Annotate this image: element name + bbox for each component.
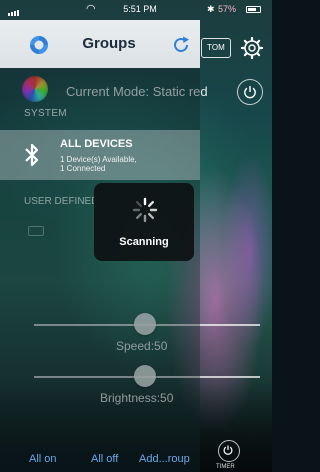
custom-button[interactable]: TOM xyxy=(201,38,231,58)
devices-connected-text: 1 Connected xyxy=(60,164,106,173)
battery-percent: 57% xyxy=(218,4,237,14)
spinner-icon xyxy=(132,197,158,223)
section-header-system: SYSTEM xyxy=(24,108,67,119)
add-group-button[interactable]: Add...roup xyxy=(139,453,190,465)
power-icon xyxy=(244,86,256,99)
page-title: Groups xyxy=(82,35,136,52)
scanning-label: Scanning xyxy=(119,236,169,248)
faded-group-item xyxy=(28,226,44,236)
status-bar: ◠ 5:51 PM ✱ 57% xyxy=(0,0,272,20)
bottom-toolbar: All on All off Add...roup xyxy=(0,444,200,472)
wifi-icon: ◠ xyxy=(86,3,96,15)
all-on-button[interactable]: All on xyxy=(29,453,57,465)
all-off-button[interactable]: All off xyxy=(91,453,118,465)
battery-icon xyxy=(246,6,261,13)
power-button[interactable] xyxy=(237,79,263,105)
panel-header: Groups xyxy=(0,20,200,68)
bluetooth-status-icon: ✱ xyxy=(207,4,215,14)
power-icon xyxy=(223,445,233,455)
devices-available-text: 1 Device(s) Available, xyxy=(60,155,137,164)
refresh-icon[interactable] xyxy=(170,34,192,56)
all-devices-title: ALL DEVICES xyxy=(60,138,133,150)
timer-power-button[interactable] xyxy=(218,440,240,462)
section-header-user-defined: USER DEFINED xyxy=(24,196,94,207)
status-time: 5:51 PM xyxy=(123,4,157,14)
all-devices-item[interactable]: ALL DEVICES 1 Device(s) Available, 1 Con… xyxy=(0,130,200,180)
timer-label: TIMER xyxy=(216,464,235,470)
bluetooth-icon xyxy=(25,143,39,167)
signal-icon xyxy=(8,6,20,16)
gear-icon[interactable] xyxy=(240,36,264,60)
scanning-overlay: Scanning xyxy=(94,183,194,261)
app-logo-icon[interactable] xyxy=(28,34,50,56)
